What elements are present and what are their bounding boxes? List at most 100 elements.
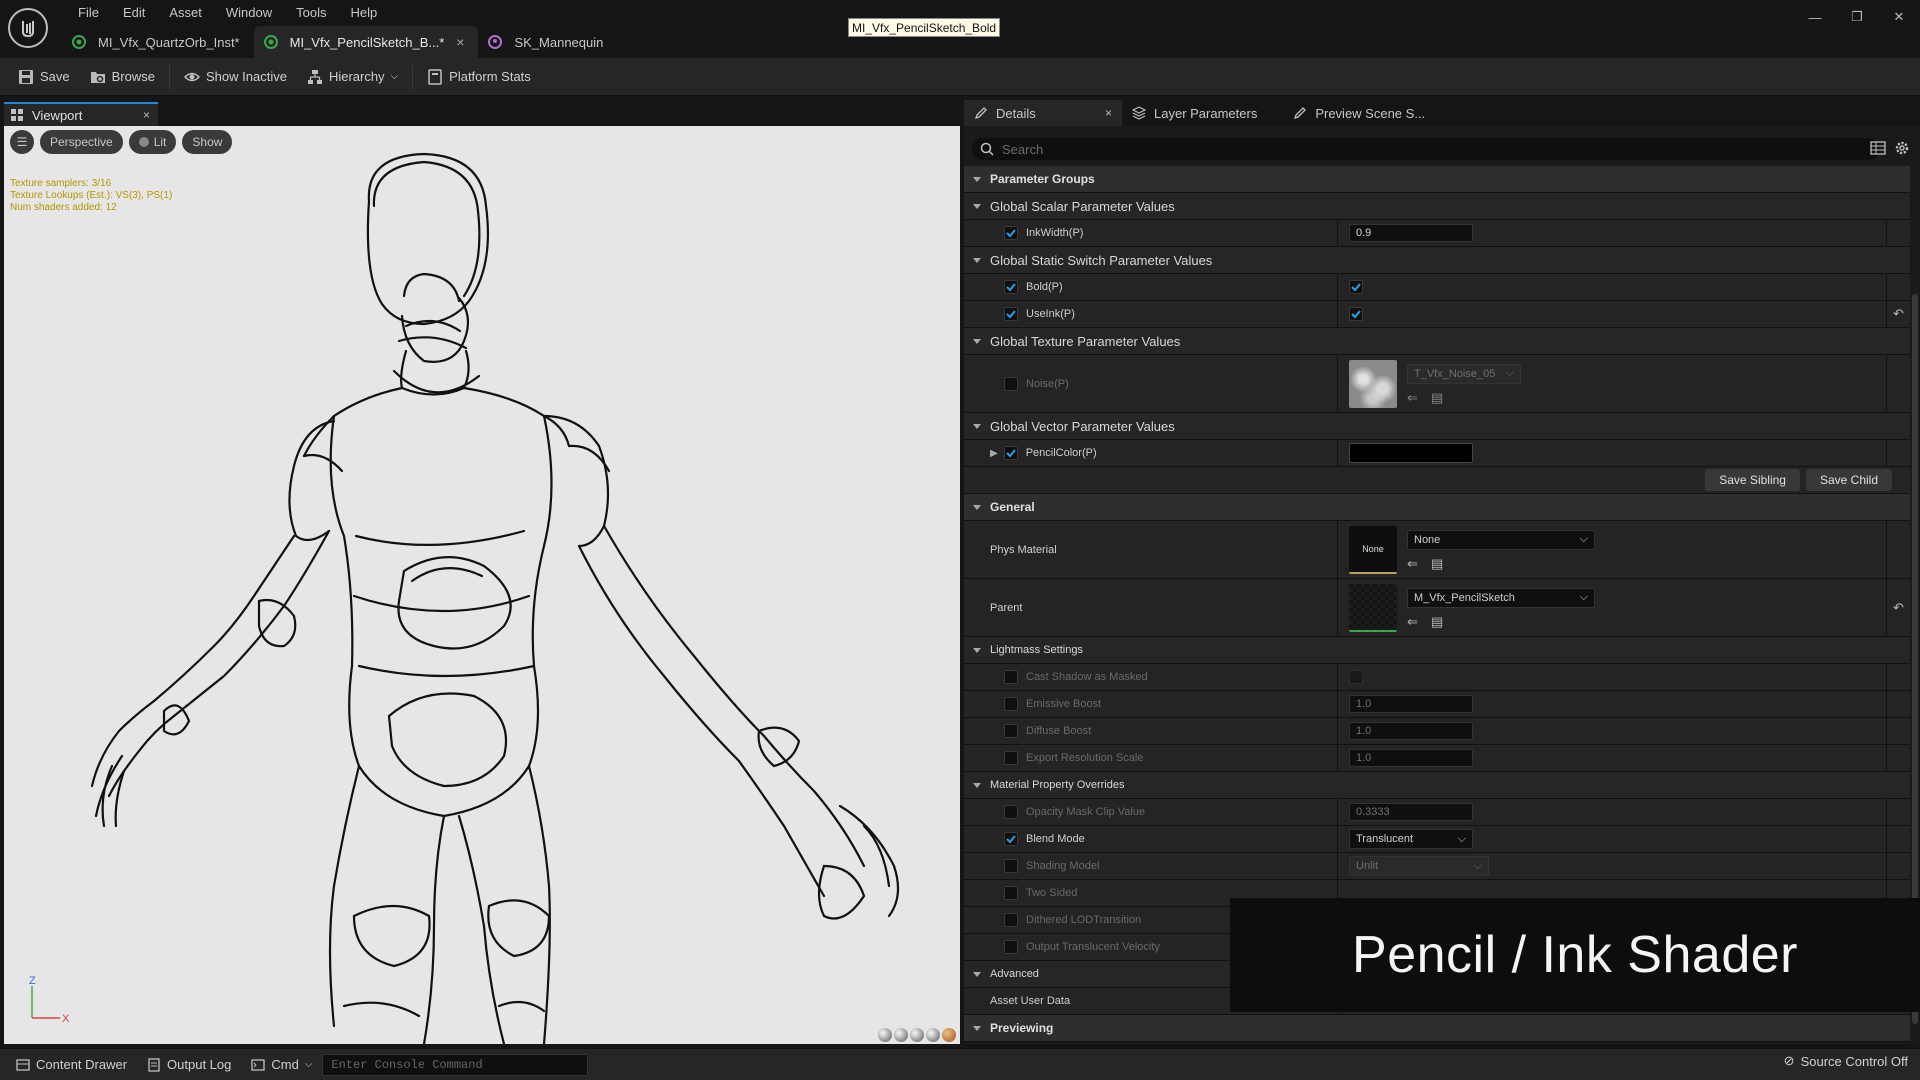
hierarchy-dropdown[interactable]: Hierarchy ⌵ [297,63,408,91]
search-input[interactable] [1002,141,1842,157]
tab-preview-scene-settings[interactable]: Preview Scene S... [1283,100,1435,126]
diffuse-boost-field[interactable]: 1.0 [1349,722,1473,740]
use-selected-icon[interactable]: ⇐ [1407,556,1421,571]
preview-cylinder-icon[interactable] [878,1028,892,1042]
override-checkbox[interactable] [1004,724,1018,738]
phys-material-dropdown[interactable]: None ⌵ [1407,529,1595,550]
pencil-color-swatch[interactable] [1349,443,1473,463]
close-icon[interactable]: × [143,108,150,122]
group-scalar[interactable]: Global Scalar Parameter Values [964,193,1910,220]
doc-tab-quartz-orb[interactable]: MI_Vfx_QuartzOrb_Inst* [62,26,254,58]
shading-model-dropdown[interactable]: Unlit ⌵ [1349,856,1489,876]
preview-cube-icon[interactable] [926,1028,940,1042]
console-input[interactable] [331,1057,582,1072]
useink-value-checkbox[interactable] [1349,307,1363,321]
override-checkbox[interactable] [1004,751,1018,765]
blend-mode-dropdown[interactable]: Translucent ⌵ [1349,829,1473,849]
show-button[interactable]: Show [182,130,233,154]
close-window-icon[interactable]: ✕ [1878,0,1920,34]
override-checkbox[interactable] [1004,376,1018,391]
override-checkbox[interactable] [1004,886,1018,900]
group-lightmass[interactable]: Lightmass Settings [964,637,1910,664]
override-checkbox[interactable] [1004,670,1018,684]
doc-tab-pencil-sketch[interactable]: MI_Vfx_PencilSketch_B...* × [253,26,479,58]
category-parameter-groups[interactable]: Parameter Groups [964,166,1910,193]
perspective-button[interactable]: Perspective [40,130,123,154]
override-checkbox[interactable] [1004,913,1018,927]
bold-value-checkbox[interactable] [1349,280,1363,294]
hamburger-menu-icon[interactable]: ☰ [10,130,34,154]
menu-tools[interactable]: Tools [284,3,338,23]
close-icon[interactable]: × [456,34,464,50]
reset-to-default-icon[interactable]: ↶ [1893,600,1904,616]
menu-asset[interactable]: Asset [157,3,214,23]
viewport-tab[interactable]: Viewport × [4,102,158,126]
override-checkbox[interactable] [1004,832,1018,846]
output-log-button[interactable]: Output Log [137,1051,241,1079]
inkwidth-value-field[interactable]: 0.9 [1349,224,1473,242]
property-row-cast-shadow: Cast Shadow as Masked [964,664,1910,691]
noise-texture-thumbnail[interactable] [1349,359,1397,408]
gear-icon[interactable] [1894,140,1910,156]
doc-tab-label: SK_Mannequin [514,34,604,50]
tab-details[interactable]: Details × [964,100,1122,126]
menu-edit[interactable]: Edit [111,3,157,23]
preview-sphere-icon[interactable] [894,1028,908,1042]
override-checkbox[interactable] [1003,446,1018,460]
group-vector[interactable]: Global Vector Parameter Values [964,413,1910,440]
category-previewing[interactable]: Previewing [964,1015,1910,1042]
browse-folder-icon[interactable]: ▤ [1431,390,1445,405]
parent-dropdown[interactable]: M_Vfx_PencilSketch ⌵ [1407,587,1595,608]
minimize-icon[interactable]: — [1794,0,1836,34]
asset-actions: ⇐ ▤ [1407,556,1595,571]
parent-material-thumbnail[interactable] [1349,583,1397,632]
lit-button[interactable]: Lit [128,130,177,154]
restore-icon[interactable]: ❐ [1836,0,1878,34]
group-static-switch[interactable]: Global Static Switch Parameter Values [964,247,1910,274]
override-checkbox[interactable] [1004,307,1018,321]
phys-material-thumbnail[interactable]: None [1349,525,1397,574]
override-checkbox[interactable] [1004,859,1018,873]
reset-to-default-icon[interactable]: ↶ [1893,306,1904,322]
unreal-logo-icon[interactable] [8,8,48,48]
override-checkbox[interactable] [1004,805,1018,819]
override-checkbox[interactable] [1004,697,1018,711]
menu-file[interactable]: File [66,3,111,23]
use-selected-icon[interactable]: ⇐ [1407,614,1421,629]
viewport[interactable]: ☰ Perspective Lit Show Texture samplers:… [4,126,960,1044]
emissive-boost-field[interactable]: 1.0 [1349,695,1473,713]
opacity-clip-field[interactable]: 0.3333 [1349,803,1473,821]
menu-window[interactable]: Window [214,3,284,23]
cmd-dropdown[interactable]: Cmd ⌵ [241,1051,322,1079]
override-checkbox[interactable] [1004,940,1018,954]
platform-stats-button[interactable]: Platform Stats [417,63,541,91]
doc-tab-mannequin[interactable]: SK_Mannequin [478,26,617,58]
noise-asset-dropdown[interactable]: T_Vfx_Noise_05 ⌵ [1407,363,1521,384]
browse-folder-icon[interactable]: ▤ [1431,614,1445,629]
export-res-field[interactable]: 1.0 [1349,749,1473,767]
show-inactive-button[interactable]: Show Inactive [174,63,297,91]
preview-plane-icon[interactable] [910,1028,924,1042]
expand-arrow-icon[interactable]: ▶ [990,448,998,459]
use-selected-icon[interactable]: ⇐ [1407,390,1421,405]
save-button[interactable]: Save [8,63,80,91]
override-checkbox[interactable] [1004,280,1018,294]
category-general[interactable]: General [964,494,1910,521]
browse-folder-icon[interactable]: ▤ [1431,556,1445,571]
table-view-icon[interactable] [1870,140,1886,156]
browse-button[interactable]: Browse [80,63,165,91]
group-label: Global Scalar Parameter Values [990,198,1175,214]
cast-shadow-value-checkbox[interactable] [1349,670,1363,684]
group-texture[interactable]: Global Texture Parameter Values [964,328,1910,355]
group-material-overrides[interactable]: Material Property Overrides [964,772,1910,799]
override-checkbox[interactable] [1004,226,1018,240]
content-drawer-button[interactable]: Content Drawer [6,1051,137,1079]
menu-help[interactable]: Help [338,3,389,23]
tab-layer-parameters[interactable]: Layer Parameters [1122,100,1267,126]
preview-custom-mesh-icon[interactable] [942,1028,956,1042]
viewport-tab-bar: Viewport × [0,100,960,126]
save-sibling-button[interactable]: Save Sibling [1705,469,1800,491]
source-control-status[interactable]: ⊘ Source Control Off [1784,1053,1908,1069]
save-child-button[interactable]: Save Child [1805,469,1892,491]
close-icon[interactable]: × [1105,106,1112,120]
